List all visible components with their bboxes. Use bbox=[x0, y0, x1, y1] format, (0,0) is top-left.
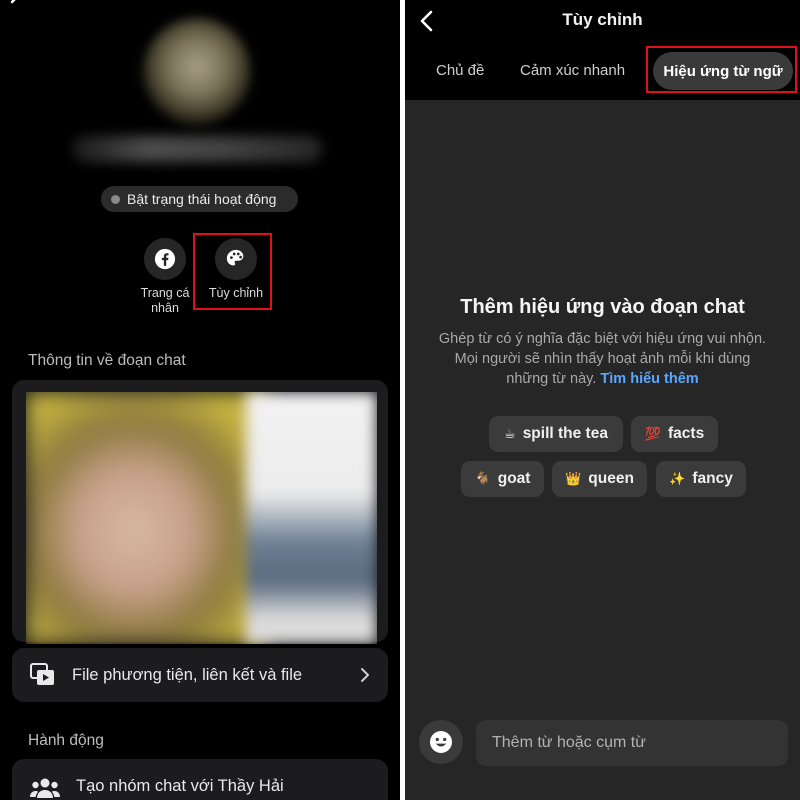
status-dot-icon bbox=[111, 194, 120, 204]
add-word-input[interactable] bbox=[476, 720, 788, 766]
media-links-files-row[interactable]: File phương tiện, liên kết và file bbox=[12, 648, 388, 702]
word-effect-chip[interactable]: 💯 facts bbox=[631, 416, 718, 452]
sparkles-icon: ✨ bbox=[669, 471, 686, 487]
create-group-row[interactable]: Tạo nhóm chat với Thầy Hải bbox=[12, 759, 388, 800]
media-preview-blurred[interactable] bbox=[26, 392, 377, 644]
contact-name-blurred bbox=[72, 136, 322, 162]
customize-highlight-box bbox=[193, 233, 272, 310]
avatar bbox=[143, 18, 251, 126]
hundred-icon: 💯 bbox=[644, 426, 661, 442]
chat-info-title: Thông tin về đoạn chat bbox=[28, 352, 186, 369]
back-arrow-icon[interactable] bbox=[6, 0, 26, 14]
empty-state-headline: Thêm hiệu ứng vào đoạn chat bbox=[460, 296, 745, 318]
create-group-label: Tạo nhóm chat với Thầy Hải bbox=[76, 777, 284, 795]
customize-panel: Tùy chỉnh Chủ đề Cảm xúc nhanh Hiệu ứng … bbox=[405, 0, 800, 800]
activity-status-button[interactable]: Bật trạng thái hoạt động bbox=[101, 186, 298, 212]
actions-title: Hành động bbox=[28, 732, 104, 749]
media-files-icon bbox=[30, 663, 54, 685]
emoji-picker-button[interactable] bbox=[419, 720, 463, 764]
tab-quick-reaction[interactable]: Cảm xúc nhanh bbox=[520, 62, 625, 79]
chevron-right-icon bbox=[361, 668, 369, 682]
smiley-icon bbox=[430, 731, 452, 753]
word-effect-chip[interactable]: 👑 queen bbox=[552, 461, 647, 497]
goat-icon: 🐐 bbox=[474, 471, 491, 487]
chip-label: queen bbox=[588, 470, 634, 487]
crown-icon: 👑 bbox=[565, 471, 582, 487]
facebook-icon bbox=[144, 238, 186, 280]
chip-label: goat bbox=[497, 470, 531, 487]
chip-label: fancy bbox=[692, 470, 733, 487]
profile-button[interactable]: Trang cá nhân bbox=[135, 238, 195, 316]
word-effects-highlight-box bbox=[646, 46, 797, 93]
page-title: Tùy chỉnh bbox=[562, 10, 643, 29]
tab-theme[interactable]: Chủ đề bbox=[436, 62, 484, 79]
chip-label: facts bbox=[668, 425, 705, 442]
profile-label: Trang cá nhân bbox=[140, 286, 190, 315]
learn-more-link[interactable]: Tìm hiểu thêm bbox=[600, 371, 698, 387]
word-effect-chip[interactable]: ☕ spill the tea bbox=[489, 416, 623, 452]
activity-status-label: Bật trạng thái hoạt động bbox=[127, 191, 277, 207]
group-icon bbox=[30, 778, 60, 798]
media-links-files-label: File phương tiện, liên kết và file bbox=[72, 665, 303, 684]
conversation-info-panel: Bật trạng thái hoạt động Trang cá nhân T… bbox=[0, 0, 400, 800]
word-effect-chip[interactable]: 🐐 goat bbox=[461, 461, 544, 497]
chip-label: spill the tea bbox=[522, 425, 608, 442]
empty-state-description: Ghép từ có ý nghĩa đặc biệt với hiệu ứng… bbox=[435, 329, 770, 389]
word-effect-chip[interactable]: ✨ fancy bbox=[656, 461, 746, 497]
coffee-icon: ☕ bbox=[504, 426, 516, 442]
